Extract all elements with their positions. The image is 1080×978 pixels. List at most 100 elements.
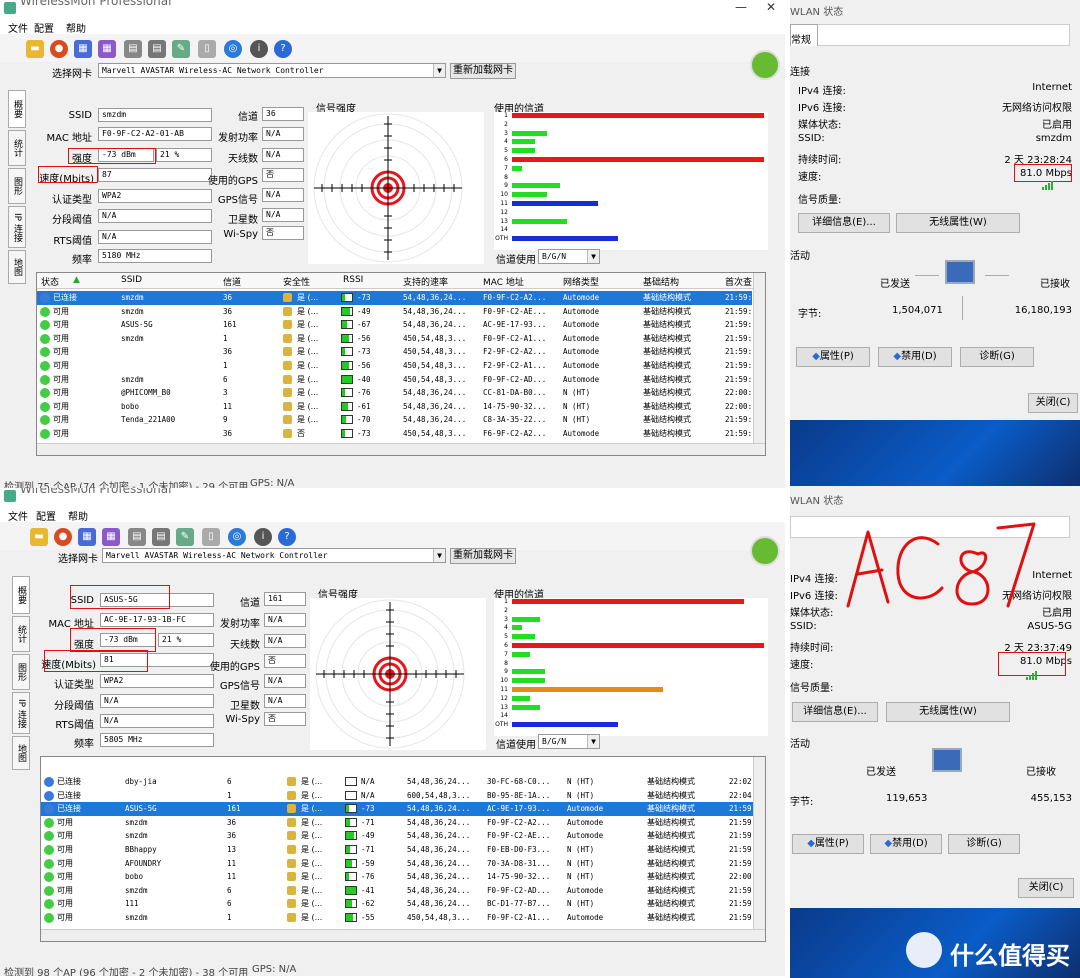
- adapter-select[interactable]: Marvell AVASTAR Wireless-AC Network Cont…: [102, 548, 446, 563]
- close-button[interactable]: 关闭(C): [1018, 878, 1074, 898]
- reload-adapter-button[interactable]: 重新加载网卡: [450, 548, 516, 564]
- details-button[interactable]: 详细信息(E)...: [798, 213, 890, 233]
- help-icon[interactable]: ?: [278, 528, 296, 546]
- gps-used-field: 否: [264, 654, 306, 668]
- vertical-scrollbar[interactable]: [753, 757, 765, 941]
- table-row[interactable]: 可用 36 否 -73 450,54,48,3... F6-9F-C2-A2... Auto…: [37, 427, 752, 441]
- table-row[interactable]: 可用 smzdm 36 是 (... -49 54,48,36,24... F0-9F-C2…: [37, 305, 752, 319]
- diagnose-button[interactable]: 诊断(G): [948, 834, 1020, 854]
- close-button[interactable]: ✕: [760, 0, 782, 16]
- channel-label: 6: [504, 156, 508, 163]
- col-infrastructure[interactable]: 基础结构: [643, 275, 679, 288]
- col-first-seen[interactable]: 首次查: [725, 275, 752, 288]
- clipboard-icon[interactable]: ▯: [198, 40, 216, 58]
- menu-file[interactable]: 文件: [8, 20, 28, 35]
- table-row[interactable]: 可用 smzdm 6 是 (... -41 54,48,36,24... F0-9F-C2-…: [41, 884, 756, 898]
- table-row[interactable]: 可用 Tenda_221A00 9 是 (... -70 54,48,36,24... C8…: [37, 413, 752, 427]
- ap-list[interactable]: 已连接 dby-jia 6 是 (... N/A 54,48,36,24... 30-FC-…: [40, 756, 766, 942]
- tab-general[interactable]: 常规: [790, 24, 818, 46]
- table-row[interactable]: 可用 bobo 11 是 (... -61 54,48,36,24... 14-75-90-…: [37, 400, 752, 414]
- table-row[interactable]: 可用 BBhappy 13 是 (... -71 54,48,36,24... F0-EB-…: [41, 843, 756, 857]
- horizontal-scrollbar[interactable]: [41, 929, 765, 941]
- table-row[interactable]: 可用 smzdm 6 是 (... -40 450,54,48,3... F0-9F-C2-…: [37, 373, 752, 387]
- table-row[interactable]: 可用 smzdm 36 是 (... -71 54,48,36,24... F0-9F-C2…: [41, 816, 756, 830]
- col-status[interactable]: 状态: [41, 275, 59, 288]
- tab-ip-connection[interactable]: IP 连接: [12, 692, 30, 734]
- help-icon[interactable]: ?: [274, 40, 292, 58]
- info-icon[interactable]: i: [254, 528, 272, 546]
- tab-ip-connection[interactable]: IP 连接: [8, 206, 26, 248]
- record-icon[interactable]: ●: [50, 40, 68, 58]
- col-mac[interactable]: MAC 地址: [483, 275, 524, 288]
- wireless-properties-button[interactable]: 无线属性(W): [886, 702, 1010, 722]
- record-icon[interactable]: ●: [54, 528, 72, 546]
- adapter-select[interactable]: Marvell AVASTAR Wireless-AC Network Cont…: [98, 63, 446, 78]
- menu-help[interactable]: 帮助: [66, 20, 86, 35]
- col-security[interactable]: 安全性: [283, 275, 310, 288]
- channel-mode-select[interactable]: B/G/N ▼: [538, 249, 600, 264]
- minimize-button[interactable]: —: [730, 0, 752, 16]
- table-row[interactable]: 可用 @PHICOMM_B0 3 是 (... -76 54,48,36,24... CC-…: [37, 386, 752, 400]
- properties-button[interactable]: ◆属性(P): [796, 347, 870, 367]
- table-row[interactable]: 可用 smzdm 36 是 (... -49 54,48,36,24... F0-9F-C2…: [41, 829, 756, 843]
- tab-statistics[interactable]: 统计: [12, 616, 30, 652]
- frag-field: N/A: [100, 694, 214, 708]
- col-rates[interactable]: 支持的速率: [403, 275, 448, 288]
- tab-map[interactable]: 地图: [12, 736, 30, 770]
- table-row[interactable]: 可用 smzdm 1 是 (... -55 450,54,48,3... F0-9F-C2-…: [41, 911, 756, 925]
- network-icon[interactable]: ▦: [78, 528, 96, 546]
- print-preview-icon[interactable]: ▤: [152, 528, 170, 546]
- print-icon[interactable]: ▤: [128, 528, 146, 546]
- globe-icon[interactable]: ◎: [224, 40, 242, 58]
- close-button[interactable]: 关闭(C): [1028, 393, 1078, 413]
- properties-button[interactable]: ◆属性(P): [792, 834, 864, 854]
- col-ssid[interactable]: SSID: [121, 275, 142, 285]
- table-row[interactable]: 已连接 dby-jia 6 是 (... N/A 54,48,36,24... 30-FC-…: [41, 775, 756, 789]
- table-row[interactable]: 可用 AFOUNDRY 11 是 (... -59 54,48,36,24... 70-3A…: [41, 857, 756, 871]
- globe-icon[interactable]: ◎: [228, 528, 246, 546]
- settings-icon[interactable]: ✎: [176, 528, 194, 546]
- table-row[interactable]: 可用 36 是 (... -73 450,54,48,3... F2-9F-C2-A2..…: [37, 345, 752, 359]
- open-icon[interactable]: ▬: [26, 40, 44, 58]
- vertical-scrollbar[interactable]: [753, 273, 765, 455]
- disable-button[interactable]: ◆禁用(D): [870, 834, 942, 854]
- clipboard-icon[interactable]: ▯: [202, 528, 220, 546]
- wireless-properties-button[interactable]: 无线属性(W): [896, 213, 1020, 233]
- disable-button[interactable]: ◆禁用(D): [878, 347, 952, 367]
- table-row[interactable]: 可用 111 6 是 (... -62 54,48,36,24... BC-D1-77-B7…: [41, 897, 756, 911]
- info-icon[interactable]: i: [250, 40, 268, 58]
- table-row[interactable]: 可用 1 是 (... -56 450,54,48,3... F2-9F-C2-A1...…: [37, 359, 752, 373]
- table-row[interactable]: 可用 smzdm 1 是 (... -56 450,54,48,3... F0-9F-C2-…: [37, 332, 752, 346]
- horizontal-scrollbar[interactable]: [37, 443, 765, 455]
- table-row[interactable]: 可用 ASUS-5G 161 是 (... -67 54,48,36,24... AC-9E…: [37, 318, 752, 332]
- network-icon[interactable]: ▦: [74, 40, 92, 58]
- tab-summary[interactable]: 概要: [8, 90, 26, 128]
- adapter-icon[interactable]: ▦: [98, 40, 116, 58]
- tab-summary[interactable]: 概要: [12, 576, 30, 614]
- menu-config[interactable]: 配置: [34, 20, 54, 35]
- settings-icon[interactable]: ✎: [172, 40, 190, 58]
- channel-mode-select[interactable]: B/G/N ▼: [538, 734, 600, 749]
- col-channel[interactable]: 信道: [223, 275, 241, 288]
- open-icon[interactable]: ▬: [30, 528, 48, 546]
- menu-file[interactable]: 文件: [8, 508, 28, 523]
- diagnose-button[interactable]: 诊断(G): [960, 347, 1034, 367]
- tab-graph[interactable]: 图形: [8, 168, 26, 204]
- table-row[interactable]: 可用 bobo 11 是 (... -76 54,48,36,24... 14-75-90-…: [41, 870, 756, 884]
- tab-graph[interactable]: 图形: [12, 654, 30, 690]
- print-icon[interactable]: ▤: [124, 40, 142, 58]
- details-button[interactable]: 详细信息(E)...: [792, 702, 878, 722]
- tab-map[interactable]: 地图: [8, 250, 26, 284]
- col-rssi[interactable]: RSSI: [343, 275, 363, 285]
- table-row[interactable]: 已连接 smzdm 36 是 (... -73 54,48,36,24... F0-9F-C…: [37, 291, 752, 305]
- table-row[interactable]: 已连接 1 是 (... N/A 600,54,48,3... B0-95-8E-1A..…: [41, 789, 756, 803]
- ap-list[interactable]: 状态 ▲ SSID 信道 安全性 RSSI 支持的速率 MAC 地址 网络类型 …: [36, 272, 766, 456]
- print-preview-icon[interactable]: ▤: [148, 40, 166, 58]
- adapter-icon[interactable]: ▦: [102, 528, 120, 546]
- menu-help[interactable]: 帮助: [68, 508, 88, 523]
- reload-adapter-button[interactable]: 重新加载网卡: [450, 63, 516, 79]
- tab-statistics[interactable]: 统计: [8, 130, 26, 166]
- menu-config[interactable]: 配置: [36, 508, 56, 523]
- col-network-type[interactable]: 网络类型: [563, 275, 599, 288]
- table-row[interactable]: 已连接 ASUS-5G 161 是 (... -73 54,48,36,24... AC-9…: [41, 802, 756, 816]
